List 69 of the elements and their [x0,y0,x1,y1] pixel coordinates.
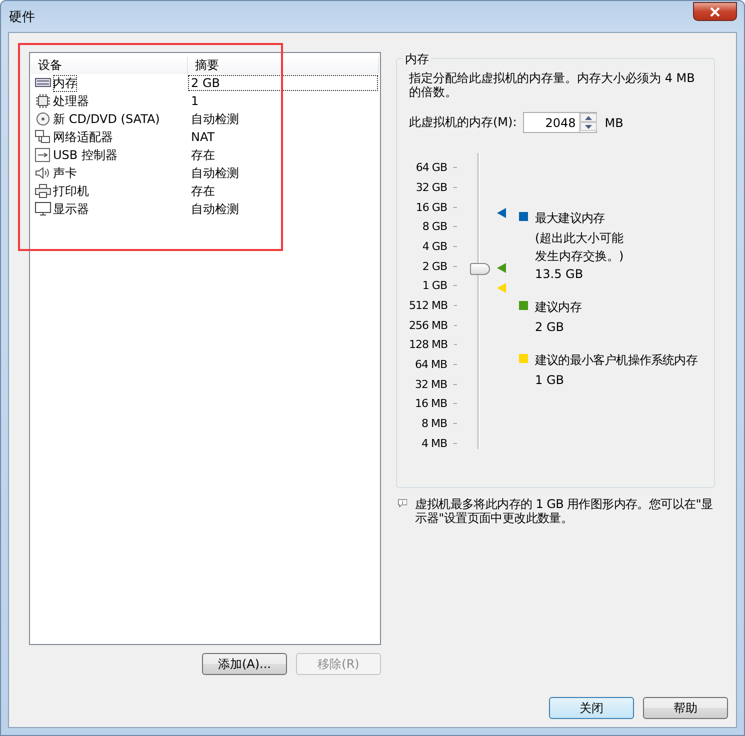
scale-label: 32 MB [414,378,447,391]
memory-input[interactable]: 2048 [524,113,579,132]
device-name[interactable]: USB 控制器 [53,146,118,164]
scale-label: 16 GB [416,200,447,214]
scale-label: 2 GB [422,260,447,273]
down-arrow-icon [584,124,592,128]
triangle-marker-icon [497,283,506,294]
legend-note: 发生内存交换。) [535,249,625,263]
triangle-marker-icon [497,262,506,273]
device-name[interactable]: 打印机 [53,182,89,200]
memory-description: 指定分配给此虚拟机的内存量。内存大小必须为 4 MB 的倍数。 [409,71,696,99]
scale-label: 8 GB [422,220,447,234]
scale-label: 256 MB [409,318,448,332]
add-button[interactable]: 添加(A)... [202,653,287,675]
scale-label: 32 GB [416,181,447,194]
device-summary: NAT [190,129,216,145]
device-name[interactable]: 声卡 [53,164,77,182]
up-arrow-icon [584,116,592,120]
scale-label: 128 MB [409,338,448,352]
device-name[interactable]: 网络适配器 [53,128,113,146]
legend-title: 建议的最小客户机操作系统内存 [535,352,698,369]
info-comment-icon [398,497,408,510]
scale-label: 16 MB [414,397,447,410]
scale-label: 64 GB [416,161,447,174]
legend-value: 13.5 GB [535,267,584,281]
scale-label: 64 MB [414,358,447,372]
memory-field-label: 此虚拟机的内存(M): [409,114,517,131]
chip-icon [35,94,51,108]
increment-button[interactable] [580,113,597,122]
device-name[interactable]: 显示器 [53,200,89,218]
close-icon [709,6,721,16]
device-name[interactable]: 内存 [53,74,77,92]
monitor-icon [35,202,51,216]
slider-thumb[interactable] [470,262,490,275]
scale-label: 1 GB [422,279,447,292]
device-summary: 自动检测 [190,201,240,217]
disc-icon [35,112,51,126]
device-summary: 2 GB [188,75,378,91]
decrement-button[interactable] [580,122,597,131]
legend-value: 2 GB [535,320,565,334]
memory-spin-box[interactable]: 2048 [522,112,597,133]
memory-chip-icon [35,76,51,90]
column-header[interactable]: 摘要 [188,57,379,74]
scale-label: 8 MB [421,417,447,430]
column-header[interactable]: 设备 [31,57,188,74]
device-name[interactable]: 新 CD/DVD (SATA) [53,110,160,128]
triangle-marker-icon [497,208,506,218]
device-summary: 存在 [190,147,216,163]
scale-label: 4 GB [422,240,447,254]
device-summary: 自动检测 [190,165,240,181]
network-icon [35,130,51,144]
legend-title: 建议内存 [535,299,582,316]
device-summary: 存在 [190,183,216,199]
close-button[interactable] [693,2,737,21]
device-summary: 自动检测 [190,111,240,127]
unit-label: MB [604,116,624,130]
legend-value: 1 GB [535,373,565,387]
window-title: 硬件 [8,8,35,26]
scale-label: 4 MB [421,436,447,450]
info-text: 虚拟机最多将此内存的 1 GB 用作图形内存。您可以在"显示器"设置页面中更改此数量。 [415,497,714,525]
scale-label: 512 MB [409,299,448,312]
legend-title: 最大建议内存 [535,210,606,227]
close-dialog-button[interactable]: 关闭 [549,697,634,719]
device-name[interactable]: 处理器 [53,92,89,110]
printer-icon [35,184,51,198]
device-summary: 1 [190,93,200,109]
help-button[interactable]: 帮助 [643,697,728,719]
speaker-icon [35,166,51,180]
legend-note: (超出此大小可能 [535,231,625,245]
